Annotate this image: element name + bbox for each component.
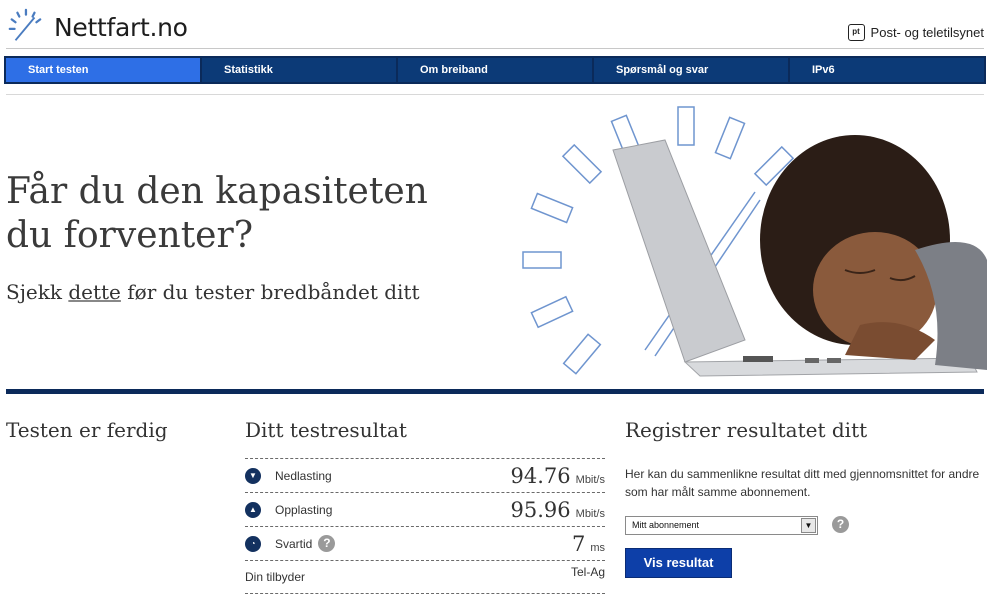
- hero-info-link[interactable]: dette: [68, 280, 121, 304]
- site-header: Nettfart.no pt Post- og teletilsynet: [0, 0, 990, 50]
- upload-value-group: 95.96 Mbit/s: [511, 493, 605, 527]
- main-nav: Start testen Statistikk Om breiband Spør…: [4, 56, 986, 84]
- nav-item-statistikk[interactable]: Statistikk: [202, 58, 396, 82]
- show-result-button[interactable]: Vis resultat: [625, 548, 732, 578]
- hero-title-line-1: Får du den kapasiteten: [6, 171, 428, 212]
- nav-item-sporsmal-og-svar[interactable]: Spørsmål og svar: [594, 58, 788, 82]
- result-row-provider: Din tilbyder Tel-Ag: [245, 560, 605, 594]
- download-value-group: 94.76 Mbit/s: [511, 459, 605, 493]
- latency-label: Svartid: [275, 536, 313, 551]
- provider-label: Din tilbyder: [245, 570, 306, 584]
- subscription-select-value: Mitt abonnement: [632, 520, 700, 530]
- site-logo[interactable]: Nettfart.no: [6, 8, 188, 46]
- result-row-download: ▼ Nedlasting 94.76 Mbit/s: [245, 458, 605, 492]
- results-heading: Ditt testresultat: [245, 418, 407, 442]
- nav-item-start-testen[interactable]: Start testen: [6, 58, 200, 82]
- register-description: Her kan du sammenlikne resultat ditt med…: [625, 467, 980, 499]
- agency-badge-icon: pt: [847, 24, 865, 41]
- upload-arrow-icon: ▲: [245, 501, 261, 518]
- subscription-select[interactable]: Mitt abonnement ▼: [625, 516, 818, 535]
- agency-link[interactable]: pt Post- og teletilsynet: [847, 24, 984, 41]
- agency-name: Post- og teletilsynet: [870, 25, 984, 40]
- hero-title: Får du den kapasiteten du forventer?: [6, 170, 428, 258]
- hero-illustration: [522, 106, 987, 377]
- download-unit: Mbit/s: [575, 474, 605, 486]
- hero-title-line-2: du forventer?: [6, 215, 253, 256]
- latency-help-icon[interactable]: ?: [318, 535, 336, 552]
- latency-unit: ms: [590, 542, 605, 554]
- upload-value: 95.96: [510, 498, 571, 522]
- subscription-help-icon[interactable]: ?: [832, 516, 849, 533]
- latency-value-group: 7 ms: [572, 527, 605, 561]
- hero-sub-before: Sjekk: [6, 280, 69, 304]
- chevron-down-icon[interactable]: ▼: [801, 518, 816, 533]
- download-arrow-icon: ▼: [245, 467, 261, 484]
- header-divider: [6, 48, 984, 49]
- hero-subtitle: Sjekk dette før du tester bredbåndet dit…: [6, 280, 420, 304]
- result-row-upload: ▲ Opplasting 95.96 Mbit/s: [245, 492, 605, 526]
- upload-unit: Mbit/s: [575, 508, 605, 520]
- latency-value: 7: [571, 532, 586, 556]
- hero-sub-after: før du tester bredbåndet ditt: [120, 280, 420, 304]
- status-heading: Testen er ferdig: [6, 418, 168, 442]
- download-value: 94.76: [510, 464, 571, 488]
- provider-value: Tel-Ag: [570, 565, 605, 579]
- result-row-latency: ◔ Svartid ? 7 ms: [245, 526, 605, 560]
- results-table: ▼ Nedlasting 94.76 Mbit/s ▲ Opplasting 9…: [245, 458, 605, 594]
- upload-label: Opplasting: [275, 502, 333, 517]
- nav-item-om-breiband[interactable]: Om breiband: [398, 58, 592, 82]
- section-divider-bar: [6, 389, 984, 394]
- nav-item-ipv6[interactable]: IPv6: [790, 58, 984, 82]
- speedometer-icon: [8, 8, 42, 41]
- sleeping-child-graphic: [760, 135, 987, 370]
- clock-icon: ◔: [245, 535, 261, 552]
- nav-divider: [6, 94, 984, 95]
- logo-text: Nettfart.no: [54, 12, 188, 42]
- register-heading: Registrer resultatet ditt: [625, 418, 868, 442]
- download-label: Nedlasting: [275, 468, 332, 483]
